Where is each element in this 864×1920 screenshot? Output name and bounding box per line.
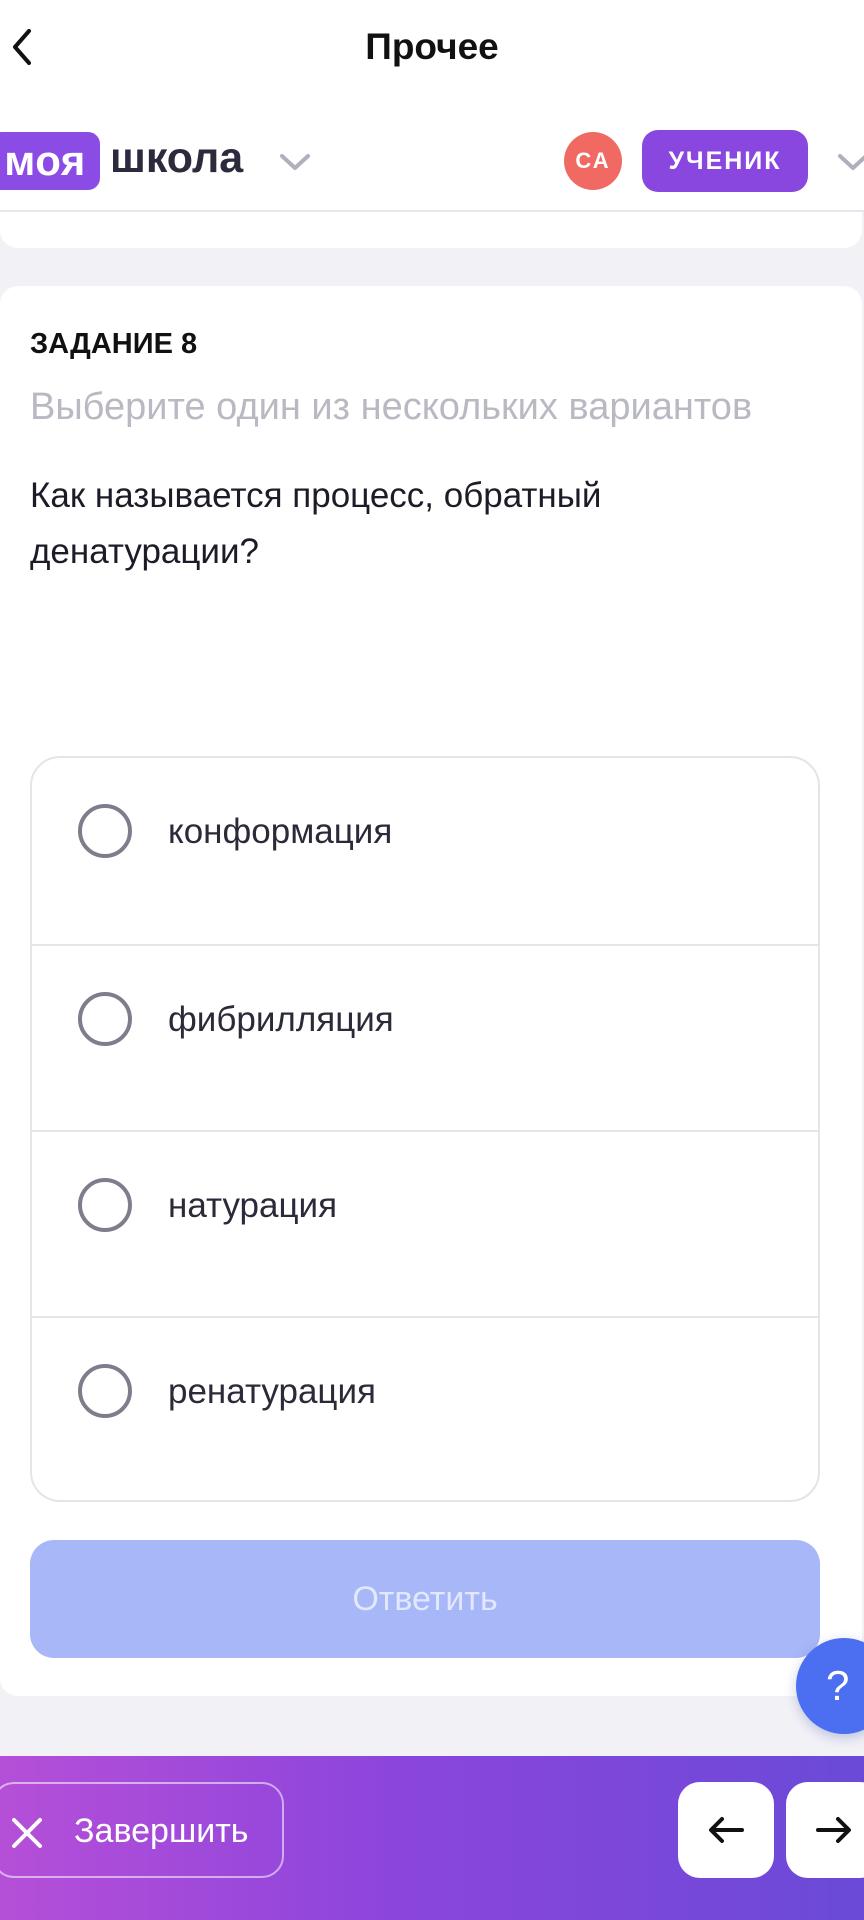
task-hint: Выберите один из нескольких вариантов — [30, 386, 753, 428]
task-question: Как называется процесс, обратный денатур… — [30, 476, 602, 571]
logo-word: школа — [110, 134, 244, 182]
app-header: моя школа СА УЧЕНИК — [0, 96, 864, 212]
option-item[interactable]: фибрилляция — [32, 944, 818, 1130]
bottom-bar: Завершить — [0, 1756, 864, 1920]
previous-card-edge — [0, 212, 862, 248]
option-label: ренатурация — [168, 1372, 376, 1411]
option-label: конформация — [168, 812, 393, 851]
option-label: натурация — [168, 1186, 338, 1225]
option-item[interactable]: натурация — [32, 1130, 818, 1316]
close-icon — [12, 1818, 42, 1848]
option-label: фибрилляция — [168, 1000, 394, 1039]
chevron-down-icon[interactable] — [278, 150, 312, 174]
chevron-down-icon[interactable] — [836, 150, 864, 174]
answer-button[interactable]: Ответить — [30, 1540, 820, 1658]
option-item[interactable]: конформация — [32, 758, 818, 944]
finish-button[interactable]: Завершить — [0, 1782, 284, 1878]
role-badge[interactable]: УЧЕНИК — [642, 130, 808, 192]
task-number: ЗАДАНИЕ 8 — [30, 328, 198, 360]
radio-button[interactable] — [78, 804, 132, 858]
radio-button[interactable] — [78, 992, 132, 1046]
radio-button[interactable] — [78, 1364, 132, 1418]
next-task-button[interactable] — [786, 1782, 864, 1878]
finish-label: Завершить — [74, 1812, 249, 1850]
radio-button[interactable] — [78, 1178, 132, 1232]
answer-options: конформация фибрилляция натурация ренату… — [30, 756, 820, 1502]
arrow-left-icon — [709, 1817, 744, 1843]
logo-badge: моя — [0, 132, 100, 190]
arrow-right-icon — [816, 1817, 851, 1843]
page-title: Прочее — [365, 26, 499, 67]
option-item[interactable]: ренатурация — [32, 1316, 818, 1500]
help-label: ? — [826, 1662, 850, 1709]
top-nav-bar: Прочее — [0, 0, 864, 96]
previous-task-button[interactable] — [678, 1782, 774, 1878]
task-card: ЗАДАНИЕ 8 Выберите один из нескольких ва… — [0, 286, 862, 1696]
avatar[interactable]: СА — [564, 132, 622, 190]
